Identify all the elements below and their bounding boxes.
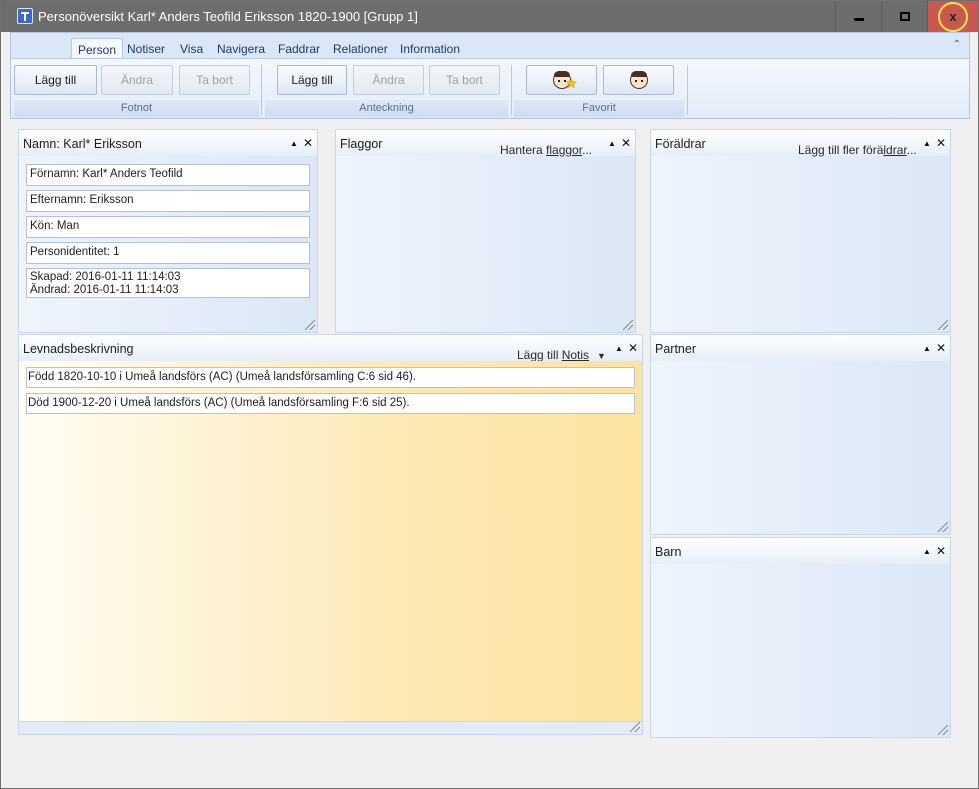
close-panel-icon[interactable]: ✕ <box>936 341 946 355</box>
add-notis-dropdown[interactable]: Lägg till Notis ▼ <box>517 348 606 362</box>
panel-title-partner: Partner <box>655 342 696 356</box>
group-separator <box>261 65 262 115</box>
tab-information[interactable]: Information <box>394 38 466 59</box>
levnadsbeskrivning-panel: Levnadsbeskrivning Lägg till Notis ▼ ▲ ✕ … <box>18 334 643 722</box>
group-separator <box>511 65 512 115</box>
close-window-button[interactable]: x <box>927 1 978 32</box>
maximize-icon <box>899 12 910 21</box>
panel-title-barn: Barn <box>655 545 682 559</box>
panel-title-levnad: Levnadsbeskrivning <box>23 342 134 356</box>
show-favorites-button[interactable] <box>603 65 674 95</box>
anteckning-edit-button[interactable]: Ändra <box>353 65 424 95</box>
modified-timestamp: Ändrad: 2016-01-11 11:14:03 <box>30 284 179 296</box>
group-favorit: ★ Favorit <box>514 63 684 117</box>
panel-header: Partner ▲ ✕ <box>651 335 950 361</box>
ribbon: Person Notiser Visa Navigera Faddrar Rel… <box>10 32 970 119</box>
tab-notiser[interactable]: Notiser <box>121 38 171 59</box>
group-separator <box>687 65 688 115</box>
maximize-button[interactable] <box>881 1 927 32</box>
tab-relationer[interactable]: Relationer <box>327 38 394 59</box>
ribbon-body: Lägg till Ändra Ta bort Fotnot Lägg till… <box>11 58 969 118</box>
name-panel: Namn: Karl* Eriksson ▲ ✕ Förnamn: Karl* … <box>18 129 318 333</box>
close-panel-icon[interactable]: ✕ <box>303 136 313 150</box>
add-favorite-button[interactable]: ★ <box>526 65 597 95</box>
group-fotnot: Lägg till Ändra Ta bort Fotnot <box>14 63 259 117</box>
efternamn-field[interactable]: Efternamn: Eriksson <box>26 190 310 212</box>
anteckning-add-button[interactable]: Lägg till <box>277 65 347 95</box>
pin-icon[interactable]: ▲ <box>290 139 298 148</box>
pin-icon[interactable]: ▲ <box>608 139 616 148</box>
fotnot-remove-button[interactable]: Ta bort <box>179 65 250 95</box>
panel-header: Levnadsbeskrivning Lägg till Notis ▼ ▲ ✕ <box>19 335 642 362</box>
resize-grip[interactable] <box>938 522 948 532</box>
panel-header: Namn: Karl* Eriksson ▲ ✕ <box>19 130 317 156</box>
title-bar: Personöversikt Karl* Anders Teofild Erik… <box>1 1 978 32</box>
foraldrar-panel: Föräldrar Lägg till fler föräldrar... ▲ … <box>650 129 951 333</box>
levnad-body: Född 1820-10-10 i Umeå landsförs (AC) (U… <box>19 361 642 721</box>
minimize-button[interactable] <box>835 1 881 32</box>
close-panel-icon[interactable]: ✕ <box>621 136 631 150</box>
person-icon <box>629 71 648 89</box>
panel-header: Föräldrar Lägg till fler föräldrar... ▲ … <box>651 130 950 157</box>
manage-flags-link[interactable]: Hantera flaggor... <box>500 143 592 157</box>
fornamn-field[interactable]: Förnamn: Karl* Anders Teofild <box>26 164 310 186</box>
resize-grip[interactable] <box>630 722 640 732</box>
group-label-fotnot: Fotnot <box>14 100 259 117</box>
window-title: Personöversikt Karl* Anders Teofild Erik… <box>38 9 418 24</box>
ribbon-tabs: Person Notiser Visa Navigera Faddrar Rel… <box>11 33 969 59</box>
person-star-icon: ★ <box>552 71 578 91</box>
partner-panel: Partner ▲ ✕ <box>650 334 951 535</box>
kon-field[interactable]: Kön: Man <box>26 216 310 238</box>
anteckning-remove-button[interactable]: Ta bort <box>429 65 500 95</box>
minimize-icon <box>853 18 864 21</box>
close-panel-icon[interactable]: ✕ <box>628 341 638 355</box>
add-parents-link[interactable]: Lägg till fler föräldrar... <box>798 143 917 157</box>
panel-title-name: Namn: Karl* Eriksson <box>23 137 142 151</box>
timestamps-field: Skapad: 2016-01-11 11:14:03 Ändrad: 2016… <box>26 268 310 298</box>
panel-title-foraldrar: Föräldrar <box>655 137 706 151</box>
tab-navigera[interactable]: Navigera <box>211 38 271 59</box>
ribbon-collapse-icon[interactable]: ⌃ <box>951 39 963 51</box>
list-item[interactable]: Död 1900-12-20 i Umeå landsförs (AC) (Um… <box>26 393 635 414</box>
pin-icon[interactable]: ▲ <box>923 139 931 148</box>
close-panel-icon[interactable]: ✕ <box>936 136 946 150</box>
person-overview-window: Personöversikt Karl* Anders Teofild Erik… <box>0 0 979 789</box>
chevron-down-icon: ▼ <box>597 351 606 361</box>
panel-header: Flaggor Hantera flaggor... ▲ ✕ <box>336 130 635 157</box>
fotnot-edit-button[interactable]: Ändra <box>101 65 173 95</box>
fotnot-add-button[interactable]: Lägg till <box>14 65 97 95</box>
pin-icon[interactable]: ▲ <box>923 547 931 556</box>
barn-panel: Barn ▲ ✕ <box>650 537 951 738</box>
tab-person[interactable]: Person <box>71 38 124 59</box>
close-panel-icon[interactable]: ✕ <box>936 544 946 558</box>
panel-header: Barn ▲ ✕ <box>651 538 950 564</box>
tab-visa[interactable]: Visa <box>174 38 209 59</box>
group-label-anteckning: Anteckning <box>265 100 508 117</box>
resize-grip[interactable] <box>938 320 948 330</box>
resize-grip[interactable] <box>938 725 948 735</box>
resize-grip[interactable] <box>623 320 633 330</box>
levnad-footer <box>18 721 643 735</box>
close-icon: x <box>938 1 968 32</box>
created-timestamp: Skapad: 2016-01-11 11:14:03 <box>30 271 181 283</box>
personidentitet-field[interactable]: Personidentitet: 1 <box>26 242 310 264</box>
group-label-favorit: Favorit <box>514 100 684 117</box>
resize-grip[interactable] <box>305 320 315 330</box>
app-icon <box>17 8 33 24</box>
pin-icon[interactable]: ▲ <box>923 344 931 353</box>
panel-title-flaggor: Flaggor <box>340 137 383 151</box>
tab-faddrar[interactable]: Faddrar <box>272 38 326 59</box>
list-item[interactable]: Född 1820-10-10 i Umeå landsförs (AC) (U… <box>26 367 635 388</box>
flaggor-panel: Flaggor Hantera flaggor... ▲ ✕ <box>335 129 636 333</box>
group-anteckning: Lägg till Ändra Ta bort Anteckning <box>265 63 508 117</box>
pin-icon[interactable]: ▲ <box>615 344 623 353</box>
